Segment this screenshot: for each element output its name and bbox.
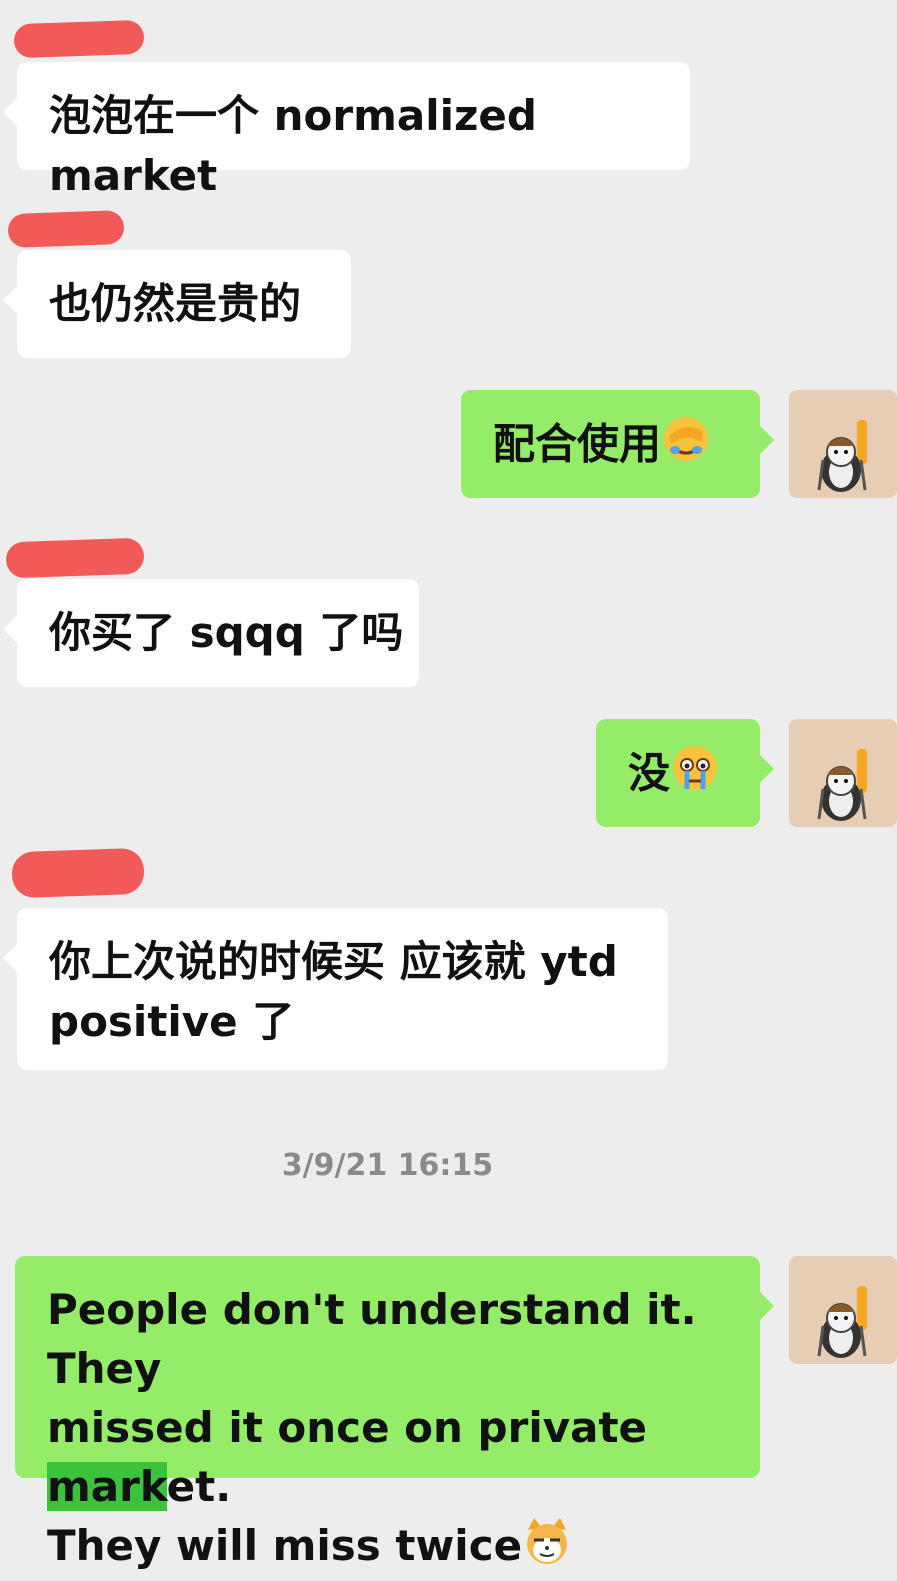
facepalm-emoji-icon	[661, 414, 711, 480]
message-text: 也仍然是贵的	[49, 279, 302, 328]
message-bubble-incoming[interactable]: 也仍然是贵的	[3, 250, 351, 358]
message-text: 泡泡在一个 normalized market	[49, 91, 537, 200]
crying-emoji-icon	[670, 743, 720, 809]
message-bubble-outgoing[interactable]: People don't understand it. They missed …	[15, 1256, 774, 1570]
redacted-sender-name	[11, 847, 145, 899]
message-bubble-incoming[interactable]: 泡泡在一个 normalized market	[3, 62, 690, 200]
user-avatar[interactable]	[789, 1256, 897, 1364]
redacted-sender-name	[7, 209, 125, 249]
user-avatar[interactable]	[789, 719, 897, 827]
penguin-avatar-icon	[817, 1286, 867, 1358]
cat-emoji-icon	[522, 1516, 572, 1581]
message-timestamp: 3/9/21 16:15	[281, 1148, 494, 1183]
penguin-avatar-icon	[817, 749, 867, 821]
user-avatar[interactable]	[789, 390, 897, 498]
message-text-line: They will miss twice	[47, 1516, 760, 1581]
redacted-sender-name	[5, 537, 145, 579]
message-text-line: missed it once on private market.	[47, 1403, 648, 1511]
redacted-sender-name	[13, 19, 145, 59]
message-bubble-incoming[interactable]: 你买了 sqqq 了吗	[3, 579, 419, 687]
message-bubble-incoming[interactable]: 你上次说的时候买 应该就 ytd positive 了	[3, 908, 668, 1070]
message-text: 没	[628, 748, 671, 798]
penguin-avatar-icon	[817, 420, 867, 492]
message-text-line: People don't understand it. They	[47, 1285, 697, 1393]
message-text-line: 你上次说的时候买 应该就 ytd	[49, 937, 618, 986]
message-text-line: positive 了	[49, 997, 295, 1046]
message-bubble-outgoing[interactable]: 没	[596, 719, 774, 827]
message-bubble-outgoing[interactable]: 配合使用	[461, 390, 774, 498]
highlighted-text: mark	[47, 1462, 167, 1511]
message-text: 你买了 sqqq 了吗	[49, 608, 404, 657]
message-text: 配合使用	[493, 419, 662, 469]
